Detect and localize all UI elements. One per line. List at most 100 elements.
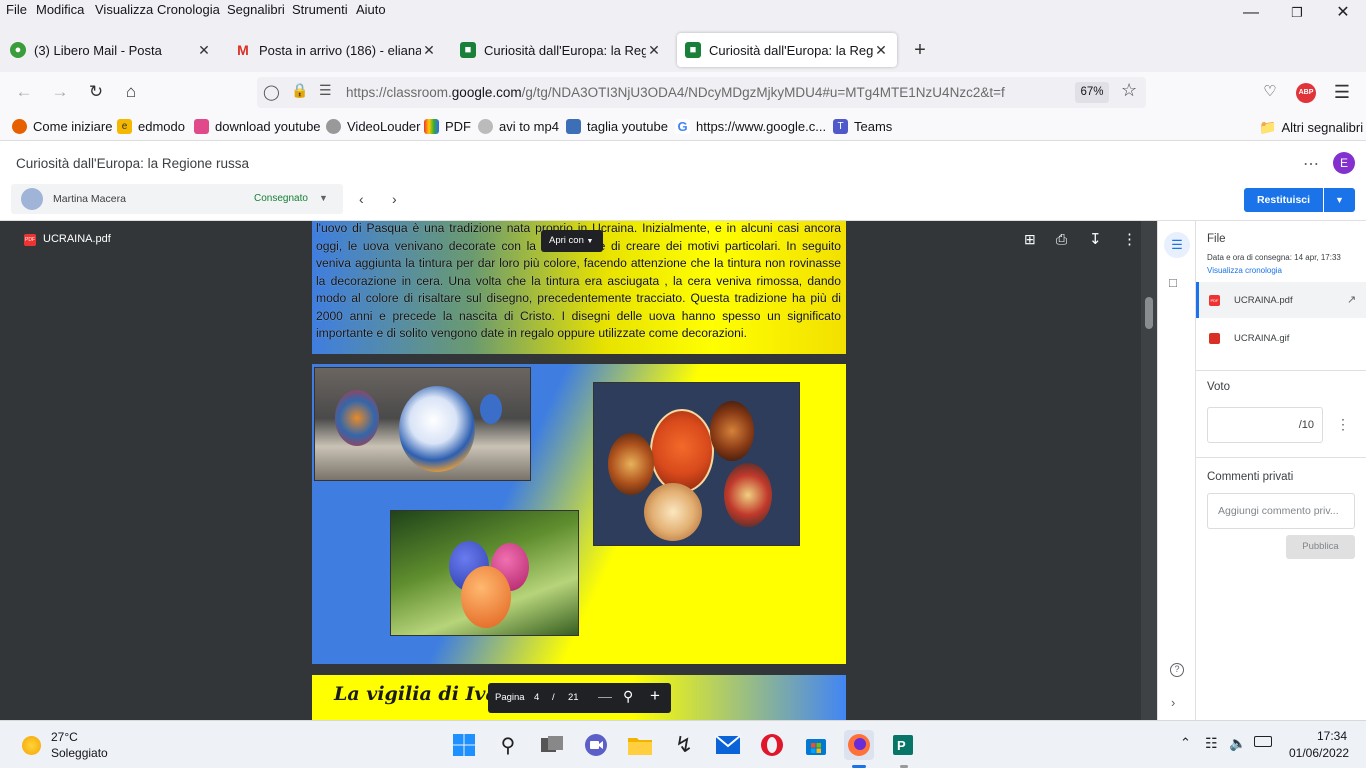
zoom-out-icon[interactable]: —	[598, 688, 612, 704]
bookmark-star-icon[interactable]: ☆	[1121, 80, 1137, 101]
comments-panel-icon[interactable]: □	[1169, 275, 1177, 290]
bookmark-pdf[interactable]: PDF	[424, 119, 471, 134]
pdf-filename: UCRAINA.pdf	[43, 233, 111, 245]
scrollbar[interactable]	[1141, 221, 1157, 720]
publish-button[interactable]: Pubblica	[1286, 535, 1355, 559]
close-tab-icon[interactable]: ✕	[421, 42, 437, 59]
bookmark-label: avi to mp4	[499, 119, 559, 134]
menu-cronologia[interactable]: Cronologia	[157, 2, 220, 17]
page-separator: /	[552, 692, 555, 703]
pdf-icon	[424, 119, 439, 134]
minimize-icon[interactable]: —	[1228, 2, 1274, 24]
permissions-icon[interactable]: ☰	[319, 82, 332, 99]
apps-grid-icon[interactable]: ⋯	[1303, 154, 1319, 174]
shield-icon[interactable]: ◯	[263, 83, 280, 101]
taskbar: 27°C Soleggiato ⚲ ↯ P ⌃ ☷ 🔈 17:34 01/06/…	[0, 720, 1366, 768]
avatar[interactable]: E	[1333, 152, 1355, 174]
clock-time[interactable]: 17:34	[1317, 729, 1347, 743]
menu-modifica[interactable]: Modifica	[36, 2, 84, 17]
pocket-icon[interactable]: ♡	[1256, 80, 1284, 104]
file-row-pdf[interactable]: PDF UCRAINA.pdf ↗	[1196, 282, 1366, 318]
bookmark-avi-to-mp4[interactable]: avi to mp4	[478, 119, 559, 134]
forward-icon[interactable]: →	[46, 80, 74, 104]
file-name: UCRAINA.pdf	[1234, 295, 1293, 306]
bookmark-teams[interactable]: T Teams	[833, 119, 892, 134]
zoom-badge[interactable]: 67%	[1075, 82, 1109, 103]
student-selector[interactable]: Martina Macera Consegnato ▼	[11, 184, 343, 214]
private-comment-input[interactable]: Aggiungi commento priv...	[1207, 493, 1355, 529]
close-tab-icon[interactable]: ✕	[196, 42, 212, 59]
open-with-button[interactable]: Apri con ▼	[541, 230, 603, 252]
return-button[interactable]: Restituisci	[1244, 188, 1323, 212]
print-icon[interactable]: ⎙	[1056, 231, 1067, 248]
publisher-icon[interactable]: P	[888, 730, 918, 760]
weather-desc[interactable]: Soleggiato	[51, 746, 108, 760]
file-row-gif[interactable]: UCRAINA.gif	[1196, 320, 1366, 356]
lock-icon[interactable]: 🔒	[291, 82, 308, 99]
previous-student-icon[interactable]: ‹	[359, 191, 364, 207]
restore-icon[interactable]: ❐	[1274, 2, 1320, 24]
firefox-taskbar-icon[interactable]	[844, 730, 874, 760]
bookmark-download-youtube[interactable]: download youtube	[194, 119, 321, 134]
volume-icon[interactable]: 🔈	[1229, 735, 1246, 752]
tab-classroom-2[interactable]: ■ Curiosità dall'Europa: la Regione ✕	[677, 33, 897, 67]
add-comment-icon[interactable]: ⊞	[1024, 231, 1036, 248]
other-bookmarks[interactable]: 📁 Altri segnalibri	[1259, 119, 1363, 136]
menu-aiuto[interactable]: Aiuto	[356, 2, 386, 17]
bookmark-edmodo[interactable]: e edmodo	[117, 119, 185, 134]
windows-start-icon[interactable]	[449, 730, 479, 760]
new-tab-icon[interactable]: +	[908, 38, 932, 62]
zoom-in-icon[interactable]: +	[650, 686, 660, 706]
files-panel-icon[interactable]: ☰	[1164, 232, 1190, 258]
tab-classroom-1[interactable]: ■ Curiosità dall'Europa: la Regione ✕	[452, 33, 670, 67]
more-options-icon[interactable]: ⋮	[1122, 230, 1137, 248]
zoom-icon[interactable]: ⚲	[623, 688, 633, 705]
grade-more-icon[interactable]: ⋮	[1336, 416, 1350, 433]
close-tab-icon[interactable]: ✕	[873, 42, 889, 59]
opera-icon[interactable]	[757, 730, 787, 760]
store-icon[interactable]	[801, 730, 831, 760]
task-view-icon[interactable]	[537, 730, 567, 760]
return-dropdown-icon[interactable]: ▼	[1324, 188, 1355, 212]
grade-suffix: /10	[1298, 419, 1314, 431]
bookmark-videolouder[interactable]: VideoLouder	[326, 119, 421, 134]
back-icon[interactable]: ←	[10, 80, 38, 104]
battery-icon[interactable]	[1254, 736, 1272, 747]
bookmark-come-iniziare[interactable]: Come iniziare	[12, 119, 112, 134]
weather-temp[interactable]: 27°C	[51, 730, 78, 744]
url-text[interactable]: https://classroom.google.com/g/tg/NDA3OT…	[346, 85, 1005, 100]
tab-libero[interactable]: ● (3) Libero Mail - Posta ✕	[2, 33, 220, 67]
help-icon[interactable]: ?	[1170, 663, 1184, 677]
scrollbar-thumb[interactable]	[1145, 297, 1153, 329]
home-icon[interactable]: ⌂	[117, 80, 145, 104]
history-link[interactable]: Visualizza cronologia	[1207, 266, 1282, 275]
close-tab-icon[interactable]: ✕	[646, 42, 662, 59]
menu-file[interactable]: File	[6, 2, 27, 17]
url-bar[interactable]: ◯ 🔒 ☰ https://classroom.google.com/g/tg/…	[257, 77, 1146, 108]
tray-chevron-icon[interactable]: ⌃	[1180, 735, 1191, 751]
reload-icon[interactable]: ↻	[82, 80, 110, 104]
file-explorer-icon[interactable]	[625, 730, 655, 760]
menu-strumenti[interactable]: Strumenti	[292, 2, 348, 17]
menu-visualizza[interactable]: Visualizza	[95, 2, 153, 17]
hamburger-menu-icon[interactable]: ☰	[1328, 80, 1356, 104]
wifi-icon[interactable]: ☷	[1205, 735, 1218, 752]
close-window-icon[interactable]: ✕	[1320, 2, 1366, 24]
download-icon[interactable]: ↧	[1089, 230, 1102, 248]
grade-input[interactable]: /10	[1207, 407, 1323, 443]
shortcut-app-icon[interactable]: ↯	[669, 730, 699, 760]
bookmark-google[interactable]: Ghttps://www.google.c...	[675, 119, 826, 134]
menu-segnalibri[interactable]: Segnalibri	[227, 2, 285, 17]
page-current[interactable]: 4	[534, 692, 539, 703]
next-student-icon[interactable]: ›	[392, 191, 397, 207]
tab-gmail[interactable]: M Posta in arrivo (186) - eliana.bar ✕	[227, 33, 445, 67]
collapse-chevron-icon[interactable]: ›	[1171, 695, 1175, 710]
mail-icon[interactable]	[713, 730, 743, 760]
meet-icon[interactable]	[581, 730, 611, 760]
search-icon[interactable]: ⚲	[493, 730, 523, 760]
image-file-icon	[1209, 333, 1220, 344]
adblock-icon[interactable]: ABP	[1296, 83, 1316, 103]
open-external-icon[interactable]: ↗	[1347, 293, 1356, 306]
clock-date[interactable]: 01/06/2022	[1289, 746, 1349, 760]
bookmark-taglia-youtube[interactable]: taglia youtube	[566, 119, 668, 134]
